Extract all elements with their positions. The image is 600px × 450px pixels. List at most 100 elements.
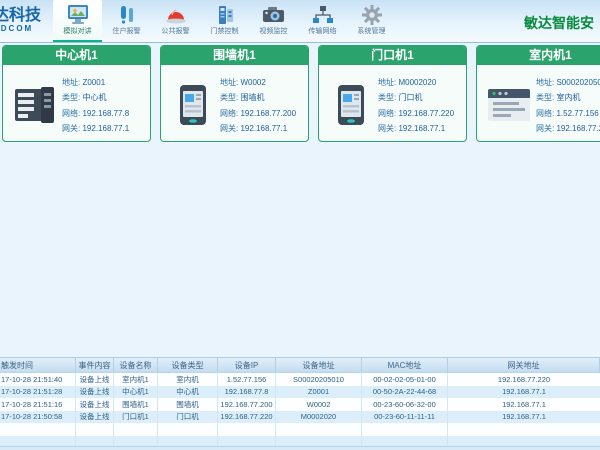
field-network: 网络: 1.52.77.156: [536, 108, 600, 119]
device-card-wall[interactable]: 围墙机1 地址: W0002 类型: 围: [160, 45, 309, 142]
indoor-machine-icon: [482, 87, 536, 123]
cell-event: 设备上线: [76, 373, 114, 386]
toolbar-tabs: 模拟对讲 住户报警: [53, 0, 396, 42]
field-gateway: 网关: 192.168.77.1: [378, 123, 464, 134]
brand-logo: 达科技 NDCOM: [0, 0, 51, 33]
cell-name: 门口机1: [114, 411, 158, 424]
cell-mac: 00-23-60-11-11-11: [362, 411, 448, 424]
field-network: 网络: 192.168.77.220: [378, 108, 464, 119]
tab-network-label: 传输网络: [301, 26, 344, 36]
access-control-icon: [200, 3, 249, 26]
col-header-trigger-time: 触发时间: [0, 358, 76, 372]
cell-event: 设备上线: [76, 386, 114, 399]
cell-address: Z0001: [276, 386, 362, 399]
cell-time: 17-10-28 21:51:28: [0, 386, 76, 399]
cell-event: 设备上线: [76, 398, 114, 411]
tab-intercom[interactable]: 模拟对讲: [53, 0, 102, 42]
device-card-center[interactable]: 中心机1 地址: Z0001: [2, 45, 151, 142]
tab-public-alarm-label: 公共报警: [154, 26, 197, 36]
device-cards: 中心机1 地址: Z0001: [2, 45, 600, 142]
cell-time: 17-10-28 21:51:40: [0, 373, 76, 386]
tab-access-control[interactable]: 门禁控制: [200, 0, 249, 42]
device-card-title: 室内机1: [477, 46, 600, 65]
col-header-device-ip: 设备IP: [218, 358, 276, 372]
cell-name: 围墙机1: [114, 398, 158, 411]
cell-name: 中心机1: [114, 386, 158, 399]
cell-gateway: 192.168.77.1: [448, 411, 600, 424]
cell-ip: 1.52.77.156: [218, 373, 276, 386]
tab-intercom-label: 模拟对讲: [56, 26, 99, 36]
cell-event: 设备上线: [76, 411, 114, 424]
field-gateway: 网关: 192.168.77.1: [62, 123, 148, 134]
cell-type: 门口机: [158, 411, 218, 424]
app-window: 达科技 NDCOM 模拟对讲: [0, 0, 600, 450]
device-card-indoor[interactable]: 室内机1 地址: S00020205010: [476, 45, 600, 142]
cell-ip: 192.168.77.8: [218, 386, 276, 399]
cell-gateway: 192.168.77.1: [448, 386, 600, 399]
cell-ip: 192.168.77.220: [218, 411, 276, 424]
gear-icon: [347, 3, 396, 26]
cell-type: 室内机: [158, 373, 218, 386]
tab-video-monitor[interactable]: 视频监控: [249, 0, 298, 42]
table-row[interactable]: 17-10-28 21:51:16 设备上线 围墙机1 围墙机 192.168.…: [0, 398, 600, 411]
field-address: 地址: S00020205010: [536, 77, 600, 88]
device-card-title: 门口机1: [319, 46, 466, 65]
col-header-device-name: 设备名称: [114, 358, 158, 372]
tab-access-control-label: 门禁控制: [203, 26, 246, 36]
tab-video-monitor-label: 视频监控: [252, 26, 295, 36]
tab-public-alarm[interactable]: 公共报警: [151, 0, 200, 42]
network-tree-icon: [298, 3, 347, 26]
intercom-monitor-icon: [53, 3, 102, 26]
brand-logo-en: NDCOM: [0, 25, 51, 34]
col-header-gateway-address: 网关地址: [448, 358, 600, 372]
table-row[interactable]: 17-10-28 21:51:40 设备上线 室内机1 室内机 1.52.77.…: [0, 373, 600, 386]
field-type: 类型: 围墙机: [220, 92, 306, 103]
brand-logo-cn: 达科技: [0, 7, 51, 25]
col-header-mac-address: MAC地址: [362, 358, 448, 372]
top-toolbar: 达科技 NDCOM 模拟对讲: [0, 0, 600, 43]
cell-mac: 00-02-02-05-01-00: [362, 373, 448, 386]
field-address: 地址: W0002: [220, 77, 306, 88]
tab-resident-alarm[interactable]: 住户报警: [102, 0, 151, 42]
field-type: 类型: 室内机: [536, 92, 600, 103]
tab-network[interactable]: 传输网络: [298, 0, 347, 42]
status-strip: [0, 446, 600, 450]
cell-address: M0002020: [276, 411, 362, 424]
device-card-door[interactable]: 门口机1 地址: M0002020 类型: [318, 45, 467, 142]
field-address: 地址: Z0001: [62, 77, 148, 88]
device-card-title: 中心机1: [3, 46, 150, 65]
field-gateway: 网关: 192.168.77.220: [536, 123, 600, 134]
field-network: 网络: 192.168.77.200: [220, 108, 306, 119]
tab-system-settings-label: 系统管理: [350, 26, 393, 36]
center-machine-icon: [8, 85, 62, 125]
field-type: 类型: 门口机: [378, 92, 464, 103]
cell-mac: 00-50-2A-22-44-68: [362, 386, 448, 399]
col-header-event: 事件内容: [76, 358, 114, 372]
tab-resident-alarm-label: 住户报警: [105, 26, 148, 36]
cell-gateway: 192.168.77.1: [448, 398, 600, 411]
table-header-row: 触发时间 事件内容 设备名称 设备类型 设备IP 设备地址 MAC地址 网关地址: [0, 357, 600, 373]
wall-machine-icon: [166, 84, 220, 126]
cell-type: 围墙机: [158, 398, 218, 411]
cell-time: 17-10-28 21:50:58: [0, 411, 76, 424]
event-log-table: 触发时间 事件内容 设备名称 设备类型 设备IP 设备地址 MAC地址 网关地址…: [0, 357, 600, 448]
tab-system-settings[interactable]: 系统管理: [347, 0, 396, 42]
resident-alarm-icon: [102, 3, 151, 26]
table-row-empty: [0, 423, 600, 436]
cell-ip: 192.168.77.200: [218, 398, 276, 411]
cell-name: 室内机1: [114, 373, 158, 386]
cell-time: 17-10-28 21:51:16: [0, 398, 76, 411]
col-header-device-type: 设备类型: [158, 358, 218, 372]
cell-type: 中心机: [158, 386, 218, 399]
cell-address: S00020205010: [276, 373, 362, 386]
cell-mac: 00-23-60-06-32-00: [362, 398, 448, 411]
field-type: 类型: 中心机: [62, 92, 148, 103]
col-header-device-address: 设备地址: [276, 358, 362, 372]
app-title: 敏达智能安: [524, 13, 594, 33]
siren-icon: [151, 3, 200, 26]
table-row[interactable]: 17-10-28 21:50:58 设备上线 门口机1 门口机 192.168.…: [0, 411, 600, 424]
field-network: 网络: 192.168.77.8: [62, 108, 148, 119]
field-gateway: 网关: 192.168.77.1: [220, 123, 306, 134]
device-card-title: 围墙机1: [161, 46, 308, 65]
table-row[interactable]: 17-10-28 21:51:28 设备上线 中心机1 中心机 192.168.…: [0, 386, 600, 399]
